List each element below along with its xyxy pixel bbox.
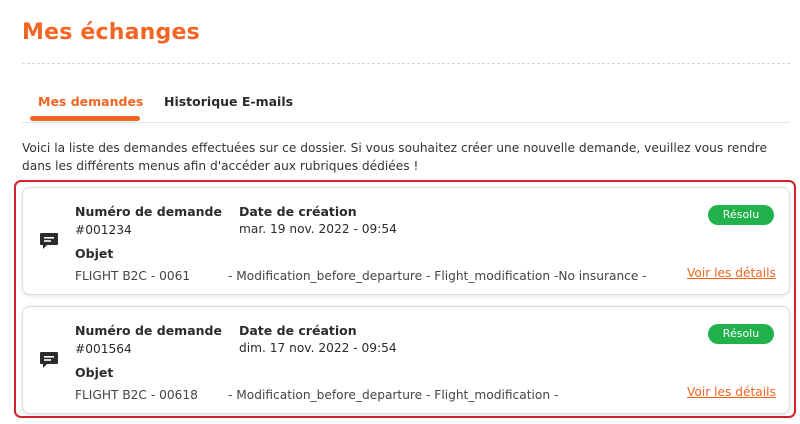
page-title: Mes échanges <box>22 20 200 45</box>
status-badge: Résolu <box>708 324 774 344</box>
object-code: FLIGHT B2C - 0061 <box>75 269 191 283</box>
view-details-link[interactable]: Voir les détails <box>687 266 776 280</box>
exchanges-page: Mes échanges Mes demandes Historique E-m… <box>0 0 800 424</box>
object-description: - Modification_before_departure - Flight… <box>228 388 559 402</box>
intro-text: Voici la liste des demandes effectuées s… <box>22 141 768 173</box>
request-number-label: Numéro de demande <box>75 323 222 338</box>
request-number-label: Numéro de demande <box>75 204 222 219</box>
chat-icon <box>40 233 58 249</box>
object-label: Objet <box>75 365 114 380</box>
title-divider <box>22 63 790 64</box>
tab-email-history[interactable]: Historique E-mails <box>164 94 293 109</box>
tab-bar: Mes demandes Historique E-mails <box>22 78 790 123</box>
request-card: Numéro de demande #001234 Objet FLIGHT B… <box>22 187 790 295</box>
active-tab-indicator <box>30 116 140 121</box>
tab-my-requests[interactable]: Mes demandes <box>38 94 143 109</box>
chat-icon <box>40 352 58 368</box>
creation-date: mar. 19 nov. 2022 - 09:54 <box>239 222 397 236</box>
request-number: #001564 <box>75 342 132 356</box>
object-label: Objet <box>75 246 114 261</box>
view-details-link[interactable]: Voir les détails <box>687 385 776 399</box>
request-number: #001234 <box>75 223 132 237</box>
creation-date-label: Date de création <box>239 323 357 338</box>
creation-date: dim. 17 nov. 2022 - 09:54 <box>239 341 397 355</box>
object-code: FLIGHT B2C - 00618 <box>75 388 198 402</box>
request-card: Numéro de demande #001564 Objet FLIGHT B… <box>22 306 790 414</box>
object-description: - Modification_before_departure - Flight… <box>228 269 647 283</box>
status-badge: Résolu <box>708 205 774 225</box>
creation-date-label: Date de création <box>239 204 357 219</box>
